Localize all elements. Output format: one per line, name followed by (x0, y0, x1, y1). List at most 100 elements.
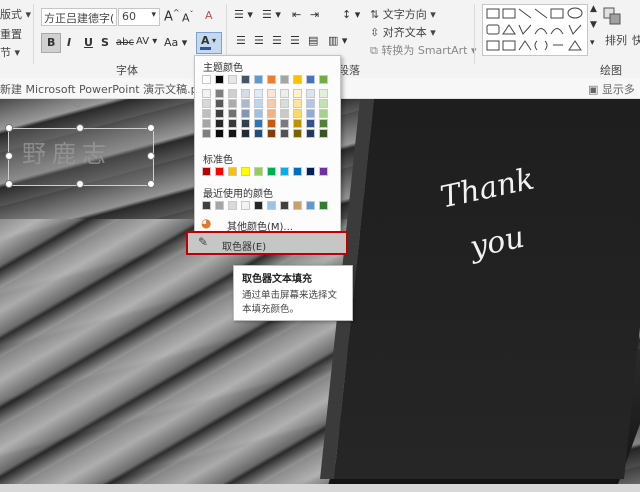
standard-color-swatch[interactable] (306, 167, 315, 176)
theme-shade-swatch[interactable] (241, 129, 250, 138)
theme-shade-swatch[interactable] (306, 99, 315, 108)
theme-shade-swatch[interactable] (267, 119, 276, 128)
theme-shade-swatch[interactable] (254, 129, 263, 138)
recent-color-swatch[interactable] (228, 201, 237, 210)
convert-smartart-button[interactable]: ⧉ 转换为 SmartArt ▾ (370, 42, 477, 58)
theme-shade-swatch[interactable] (215, 109, 224, 118)
standard-color-swatch[interactable] (293, 167, 302, 176)
recent-color-swatch[interactable] (215, 201, 224, 210)
layout-button[interactable]: 版式 ▾ (0, 6, 31, 22)
recent-color-swatch[interactable] (254, 201, 263, 210)
clear-formatting-button[interactable]: A (205, 9, 213, 22)
theme-shade-swatch[interactable] (293, 119, 302, 128)
theme-shade-swatch[interactable] (280, 129, 289, 138)
italic-button[interactable]: I (67, 36, 71, 49)
theme-shade-swatch[interactable] (267, 129, 276, 138)
show-more-button[interactable]: ▣ 显示多 (588, 81, 635, 97)
align-left-button[interactable]: ☰ (236, 34, 246, 47)
resize-handle[interactable] (76, 180, 84, 188)
resize-handle[interactable] (5, 124, 13, 132)
theme-shade-swatch[interactable] (202, 109, 211, 118)
theme-shade-swatch[interactable] (306, 119, 315, 128)
align-right-button[interactable]: ☰ (272, 34, 282, 47)
theme-shade-swatch[interactable] (215, 89, 224, 98)
theme-shade-swatch[interactable] (319, 129, 328, 138)
theme-shade-swatch[interactable] (293, 89, 302, 98)
theme-color-swatch[interactable] (215, 75, 224, 84)
font-color-button[interactable]: A ▾ (196, 32, 222, 54)
reset-button[interactable]: 重置 (0, 26, 22, 42)
theme-shade-swatch[interactable] (306, 129, 315, 138)
recent-color-swatch[interactable] (241, 201, 250, 210)
standard-color-swatch[interactable] (228, 167, 237, 176)
theme-shade-swatch[interactable] (267, 89, 276, 98)
theme-color-swatch[interactable] (293, 75, 302, 84)
arrange-button[interactable]: 排列 (605, 32, 627, 48)
theme-shade-swatch[interactable] (228, 89, 237, 98)
grow-font-button[interactable]: A^ (164, 8, 180, 24)
theme-shade-swatch[interactable] (228, 99, 237, 108)
theme-shade-swatch[interactable] (202, 99, 211, 108)
theme-shade-swatch[interactable] (228, 129, 237, 138)
recent-color-swatch[interactable] (306, 201, 315, 210)
theme-shade-swatch[interactable] (319, 119, 328, 128)
theme-shade-swatch[interactable] (228, 109, 237, 118)
theme-shade-swatch[interactable] (280, 99, 289, 108)
theme-shade-swatch[interactable] (280, 119, 289, 128)
theme-color-swatch[interactable] (254, 75, 263, 84)
theme-shade-swatch[interactable] (319, 109, 328, 118)
theme-shade-swatch[interactable] (241, 119, 250, 128)
section-button[interactable]: 节 ▾ (0, 44, 20, 60)
theme-shade-swatch[interactable] (319, 99, 328, 108)
change-case-button[interactable]: Aa ▾ (164, 36, 187, 49)
standard-color-swatch[interactable] (280, 167, 289, 176)
strikethrough-button[interactable]: abc (116, 37, 134, 48)
line-spacing-button[interactable]: ↕ ▾ (342, 8, 360, 21)
standard-color-swatch[interactable] (319, 167, 328, 176)
horizontal-scrollbar[interactable] (0, 484, 640, 492)
theme-shade-swatch[interactable] (202, 129, 211, 138)
standard-color-swatch[interactable] (267, 167, 276, 176)
standard-color-swatch[interactable] (241, 167, 250, 176)
theme-shade-swatch[interactable] (215, 129, 224, 138)
resize-handle[interactable] (147, 152, 155, 160)
distributed-button[interactable]: ▤ (308, 34, 318, 47)
shadow-button[interactable]: S (101, 36, 109, 49)
resize-handle[interactable] (5, 152, 13, 160)
align-text-button[interactable]: ⇳ 对齐文本 ▾ (370, 24, 436, 40)
theme-shade-swatch[interactable] (267, 109, 276, 118)
gallery-more[interactable]: ▾ (590, 38, 595, 48)
theme-color-swatch[interactable] (306, 75, 315, 84)
theme-color-swatch[interactable] (267, 75, 276, 84)
theme-shade-swatch[interactable] (202, 119, 211, 128)
theme-shade-swatch[interactable] (267, 99, 276, 108)
justify-button[interactable]: ☰ (290, 34, 300, 47)
font-name-combobox[interactable]: 方正吕建德字( (41, 8, 117, 26)
theme-color-swatch[interactable] (202, 75, 211, 84)
theme-shade-swatch[interactable] (241, 109, 250, 118)
numbering-button[interactable]: ☰ ▾ (262, 8, 281, 21)
theme-color-swatch[interactable] (319, 75, 328, 84)
theme-shade-swatch[interactable] (202, 89, 211, 98)
theme-shade-swatch[interactable] (254, 119, 263, 128)
font-size-combobox[interactable]: 60 ▾ (118, 8, 160, 26)
theme-shade-swatch[interactable] (280, 109, 289, 118)
rotate-handle-icon[interactable]: ↻ (72, 97, 82, 111)
decrease-indent-button[interactable]: ⇤ (292, 8, 301, 21)
character-spacing-button[interactable]: AV ▾ (136, 36, 157, 47)
resize-handle[interactable] (5, 180, 13, 188)
increase-indent-button[interactable]: ⇥ (310, 8, 319, 21)
shapes-gallery[interactable] (482, 4, 588, 56)
theme-shade-swatch[interactable] (293, 129, 302, 138)
theme-shade-swatch[interactable] (254, 109, 263, 118)
theme-color-swatch[interactable] (280, 75, 289, 84)
align-center-button[interactable]: ☰ (254, 34, 264, 47)
resize-handle[interactable] (147, 124, 155, 132)
theme-shade-swatch[interactable] (280, 89, 289, 98)
theme-shade-swatch[interactable] (215, 119, 224, 128)
standard-color-swatch[interactable] (215, 167, 224, 176)
theme-shade-swatch[interactable] (306, 89, 315, 98)
resize-handle[interactable] (76, 124, 84, 132)
standard-color-swatch[interactable] (202, 167, 211, 176)
theme-shade-swatch[interactable] (228, 119, 237, 128)
